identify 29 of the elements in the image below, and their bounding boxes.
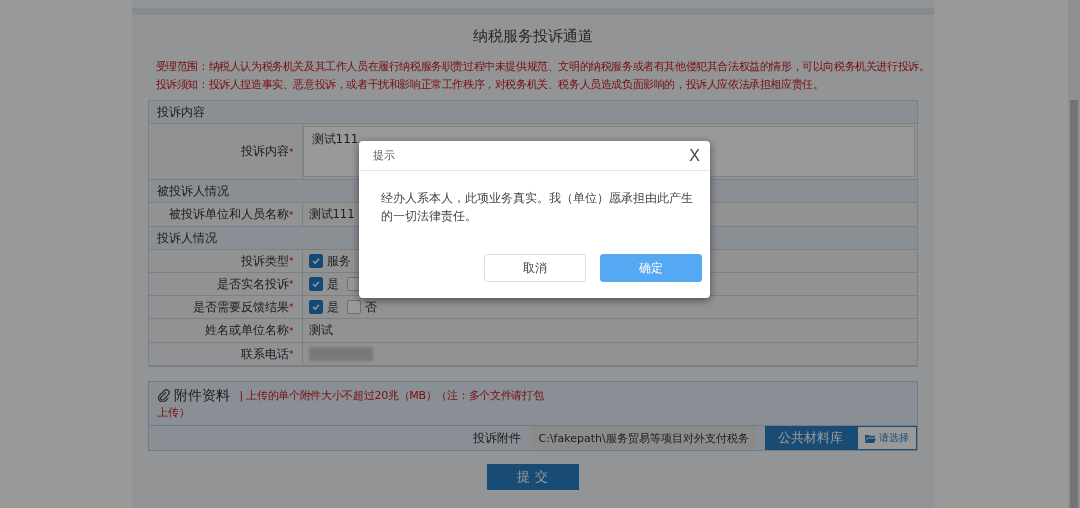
option-label: 是: [326, 276, 339, 292]
field-label: 投诉类型: [241, 252, 289, 270]
required-mark: *: [289, 325, 294, 336]
required-mark: *: [289, 209, 294, 220]
attachment-notice: | 上传的单个附件大小不超过20兆（MB）（注：多个文件请打包: [239, 388, 544, 404]
field-value: 测试: [308, 323, 333, 338]
required-mark: *: [289, 146, 294, 157]
option-label: 否: [364, 299, 377, 315]
required-mark: *: [289, 349, 294, 359]
attachment-notice: 上传）: [156, 405, 190, 421]
field-label: 投诉内容: [241, 143, 289, 160]
required-mark: *: [289, 256, 294, 266]
field-label: 是否需要反馈结果: [193, 298, 289, 316]
field-label: 联系电话: [241, 345, 289, 363]
required-mark: *: [289, 302, 294, 312]
section-header: 投诉内容: [148, 101, 917, 124]
required-mark: *: [289, 279, 294, 289]
field-label: 姓名或单位名称: [205, 322, 289, 339]
notice-text: 受理范围：纳税人认为税务机关及其工作人员在履行纳税服务职责过程中未提供规范、文明的纳税服务或者有其他侵犯其合法权益的情形，可以向税务机关进行投诉。: [155, 60, 930, 74]
attachments-title: 附件资料: [173, 387, 230, 404]
option-label: 是: [326, 299, 339, 315]
field-label: 被投诉单位和人员名称: [169, 206, 289, 223]
field-label: 投诉附件: [472, 429, 521, 447]
field-value: 测试111: [308, 207, 355, 222]
page-title: 纳税服务投诉通道: [471, 27, 594, 46]
field-label: 是否实名投诉: [217, 275, 289, 293]
notice-text: 投诉须知：投诉人捏造事实、恶意投诉，或者干扰和影响正常工作秩序，对税务机关、税务人员造成负面影响的，投诉人应依法承担相应责任。: [155, 78, 824, 92]
option-label: 服务: [326, 253, 351, 269]
dialog-title: 提示: [373, 148, 395, 163]
